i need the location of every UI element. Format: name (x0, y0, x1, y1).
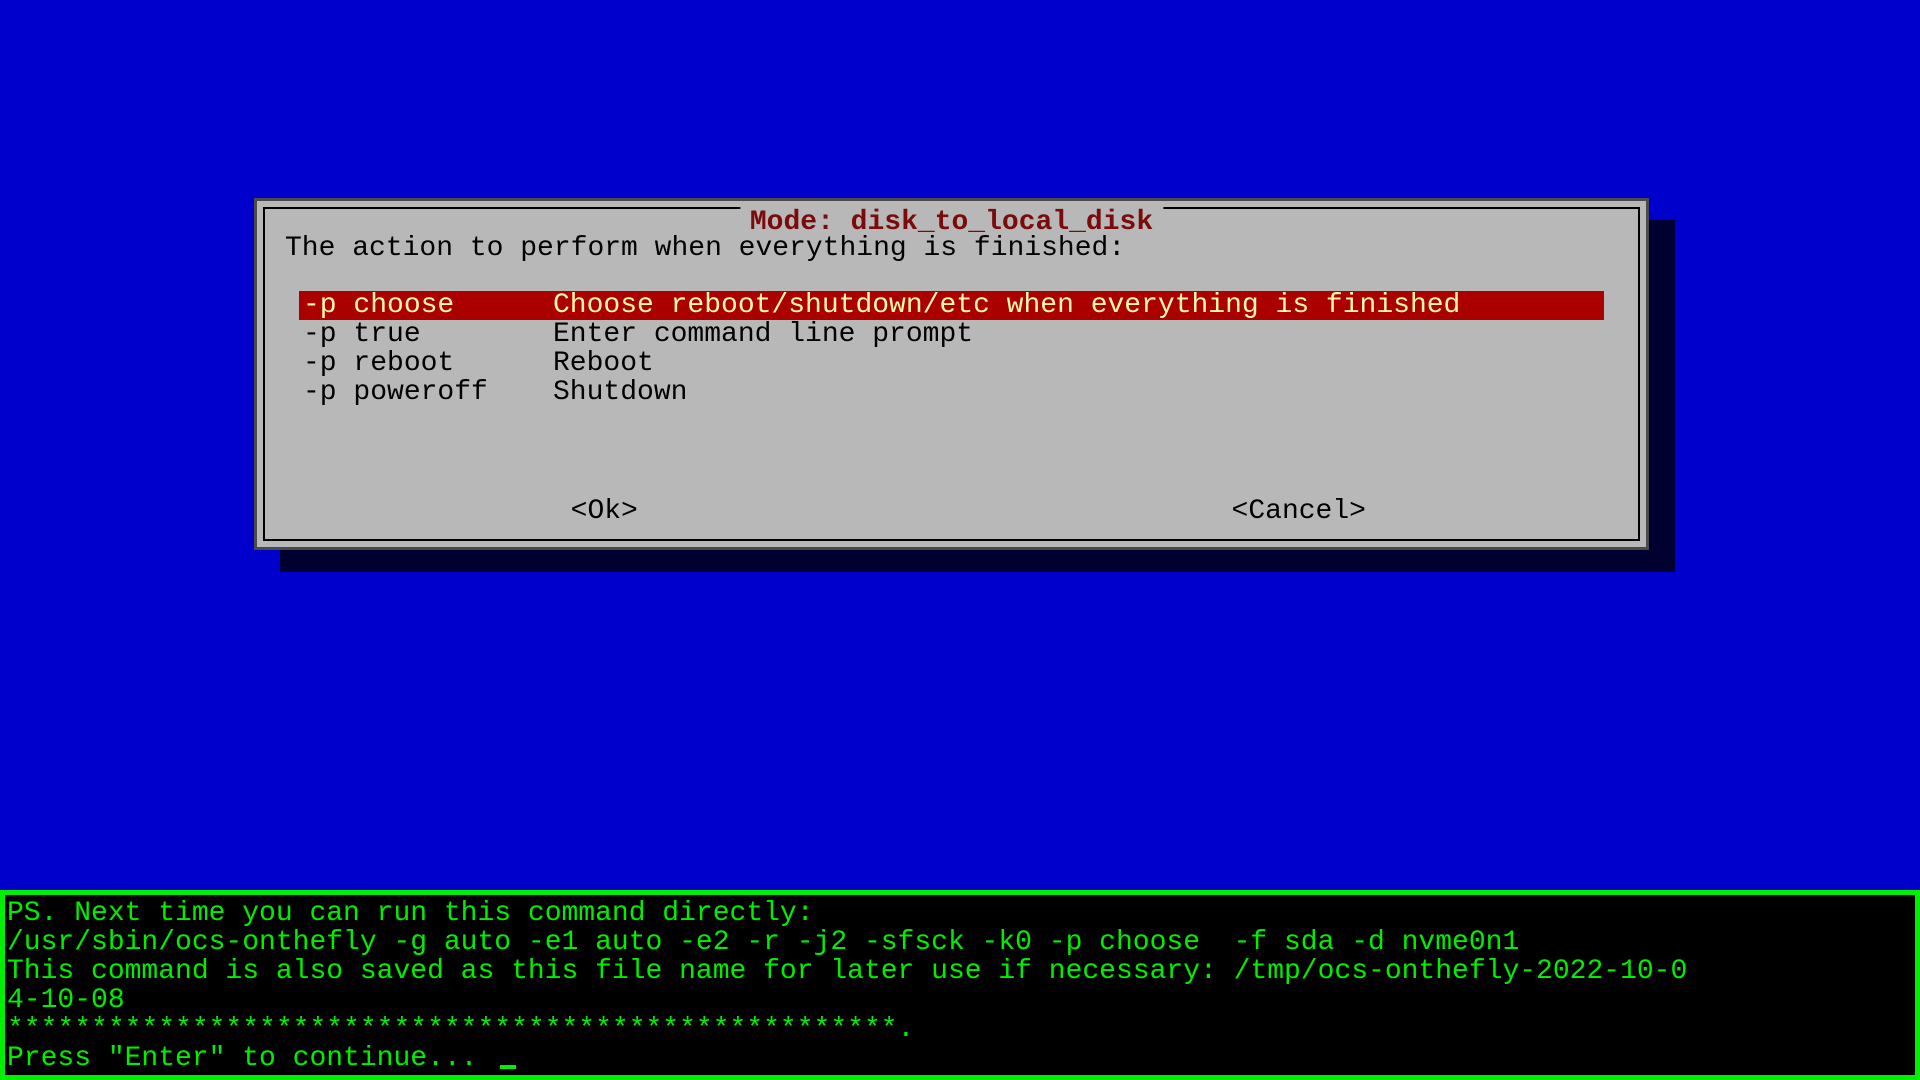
terminal-prompt-line[interactable]: Press "Enter" to continue... (7, 1044, 1913, 1073)
option-p-true[interactable]: -p true Enter command line prompt (299, 320, 1604, 349)
mode-dialog: Mode: disk_to_local_disk The action to p… (254, 198, 1649, 550)
option-p-choose[interactable]: -p choose Choose reboot/shutdown/etc whe… (299, 291, 1604, 320)
option-desc: Choose reboot/shutdown/etc when everythi… (553, 291, 1460, 320)
terminal-prompt-text: Press "Enter" to continue... (7, 1044, 494, 1073)
terminal-line: /usr/sbin/ocs-onthefly -g auto -e1 auto … (7, 928, 1913, 957)
option-menu[interactable]: -p choose Choose reboot/shutdown/etc whe… (299, 291, 1604, 407)
dialog-prompt: The action to perform when everything is… (285, 233, 1125, 264)
terminal-panel: PS. Next time you can run this command d… (0, 890, 1920, 1080)
option-flag: -p poweroff (303, 378, 553, 407)
terminal-line: 4-10-08 (7, 986, 1913, 1015)
option-desc: Shutdown (553, 378, 687, 407)
option-p-reboot[interactable]: -p reboot Reboot (299, 349, 1604, 378)
dialog-buttons: <Ok> <Cancel> (257, 496, 1646, 527)
cursor-icon (500, 1065, 516, 1069)
option-desc: Enter command line prompt (553, 320, 973, 349)
screen: Mode: disk_to_local_disk The action to p… (0, 0, 1920, 1080)
option-desc: Reboot (553, 349, 654, 378)
ok-button[interactable]: <Ok> (257, 496, 952, 527)
terminal-line: ****************************************… (7, 1015, 1913, 1044)
cancel-button[interactable]: <Cancel> (952, 496, 1647, 527)
terminal-line: This command is also saved as this file … (7, 957, 1913, 986)
terminal-line: PS. Next time you can run this command d… (7, 899, 1913, 928)
option-flag: -p true (303, 320, 553, 349)
option-flag: -p choose (303, 291, 553, 320)
option-p-poweroff[interactable]: -p poweroff Shutdown (299, 378, 1604, 407)
option-flag: -p reboot (303, 349, 553, 378)
